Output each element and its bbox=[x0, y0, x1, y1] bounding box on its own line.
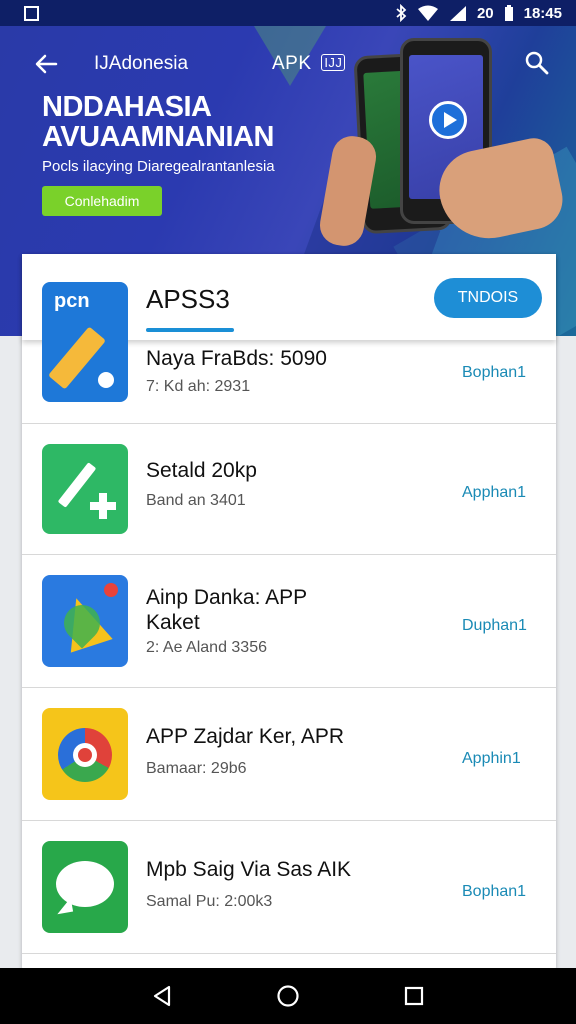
list-item[interactable]: Ainp Danka: APP Kaket 2: Ae Aland 3356 D… bbox=[22, 555, 556, 688]
battery-icon bbox=[504, 4, 513, 21]
app-name: Setald 20kp bbox=[146, 459, 257, 482]
chat-app-icon bbox=[42, 841, 128, 933]
banner-title: NDDAHASIA AVUAAMNANIAN bbox=[42, 91, 274, 153]
app-meta: Bamaar: 29b6 bbox=[146, 760, 247, 777]
list-item[interactable]: APP Zajdar Ker, APR Bamaar: 29b6 Apphin1 bbox=[22, 688, 556, 821]
app-name: Ainp Danka: APP Kaket bbox=[146, 586, 307, 634]
app-meta: 7: Kd ah: 2931 bbox=[146, 378, 251, 395]
search-icon[interactable] bbox=[524, 50, 550, 76]
status-time: 18:45 bbox=[523, 4, 562, 22]
list-item[interactable]: Mpb Saig Via Sas AIK Samal Pu: 2:00k3 Bo… bbox=[22, 821, 556, 954]
app-list-card: pcn APSS3 TNDOIS Naya FraBds: 5090 7: Kd… bbox=[22, 254, 556, 970]
app-action-link[interactable]: Bophan1 bbox=[462, 364, 526, 382]
apk-label: APK IJJ bbox=[272, 53, 346, 75]
region-label: IJAdonesia bbox=[94, 53, 189, 74]
status-bar: 20 18:45 bbox=[0, 0, 576, 26]
app-name: APP Zajdar Ker, APR bbox=[146, 725, 345, 748]
back-arrow-icon[interactable] bbox=[30, 48, 62, 80]
home-icon[interactable] bbox=[276, 984, 300, 1008]
tab-underline bbox=[146, 328, 234, 332]
notification-icon bbox=[24, 5, 39, 21]
apk-badge: IJJ bbox=[321, 54, 346, 71]
wifi-icon bbox=[417, 5, 438, 21]
maps-app-icon bbox=[42, 575, 128, 667]
back-icon[interactable] bbox=[151, 984, 173, 1008]
recents-icon[interactable] bbox=[403, 985, 425, 1007]
banner-subtitle: Pocls ilacying Diaregealrantanlesia bbox=[42, 158, 275, 175]
app-meta: Samal Pu: 2:00k3 bbox=[146, 893, 273, 910]
play-icon bbox=[429, 101, 467, 139]
app-name: Mpb Saig Via Sas AIK bbox=[146, 858, 352, 881]
app-meta: Band an 3401 bbox=[146, 492, 246, 509]
featured-pencil-app-icon[interactable]: pcn bbox=[42, 282, 128, 402]
banner-cta-button[interactable]: Conlehadim bbox=[42, 186, 162, 216]
app-name: Naya FraBds: 5090 bbox=[146, 347, 327, 370]
chrome-app-icon bbox=[42, 708, 128, 800]
bluetooth-icon bbox=[396, 4, 407, 22]
list-item[interactable]: Setald 20kp Band an 3401 Apphan1 bbox=[22, 424, 556, 555]
sideload-app-icon bbox=[42, 444, 128, 534]
signal-icon bbox=[449, 6, 466, 21]
app-action-link[interactable]: Bophan1 bbox=[462, 883, 526, 901]
app-action-link[interactable]: Duphan1 bbox=[462, 617, 527, 635]
system-nav-bar bbox=[0, 968, 576, 1024]
app-meta: 2: Ae Aland 3356 bbox=[146, 639, 267, 656]
card-header: pcn APSS3 TNDOIS bbox=[22, 254, 556, 402]
section-title: APSS3 bbox=[146, 284, 230, 314]
battery-percent: 20 bbox=[476, 4, 494, 22]
header-action-button[interactable]: TNDOIS bbox=[434, 278, 542, 318]
app-action-link[interactable]: Apphan1 bbox=[462, 484, 526, 502]
app-action-link[interactable]: Apphin1 bbox=[462, 750, 521, 768]
